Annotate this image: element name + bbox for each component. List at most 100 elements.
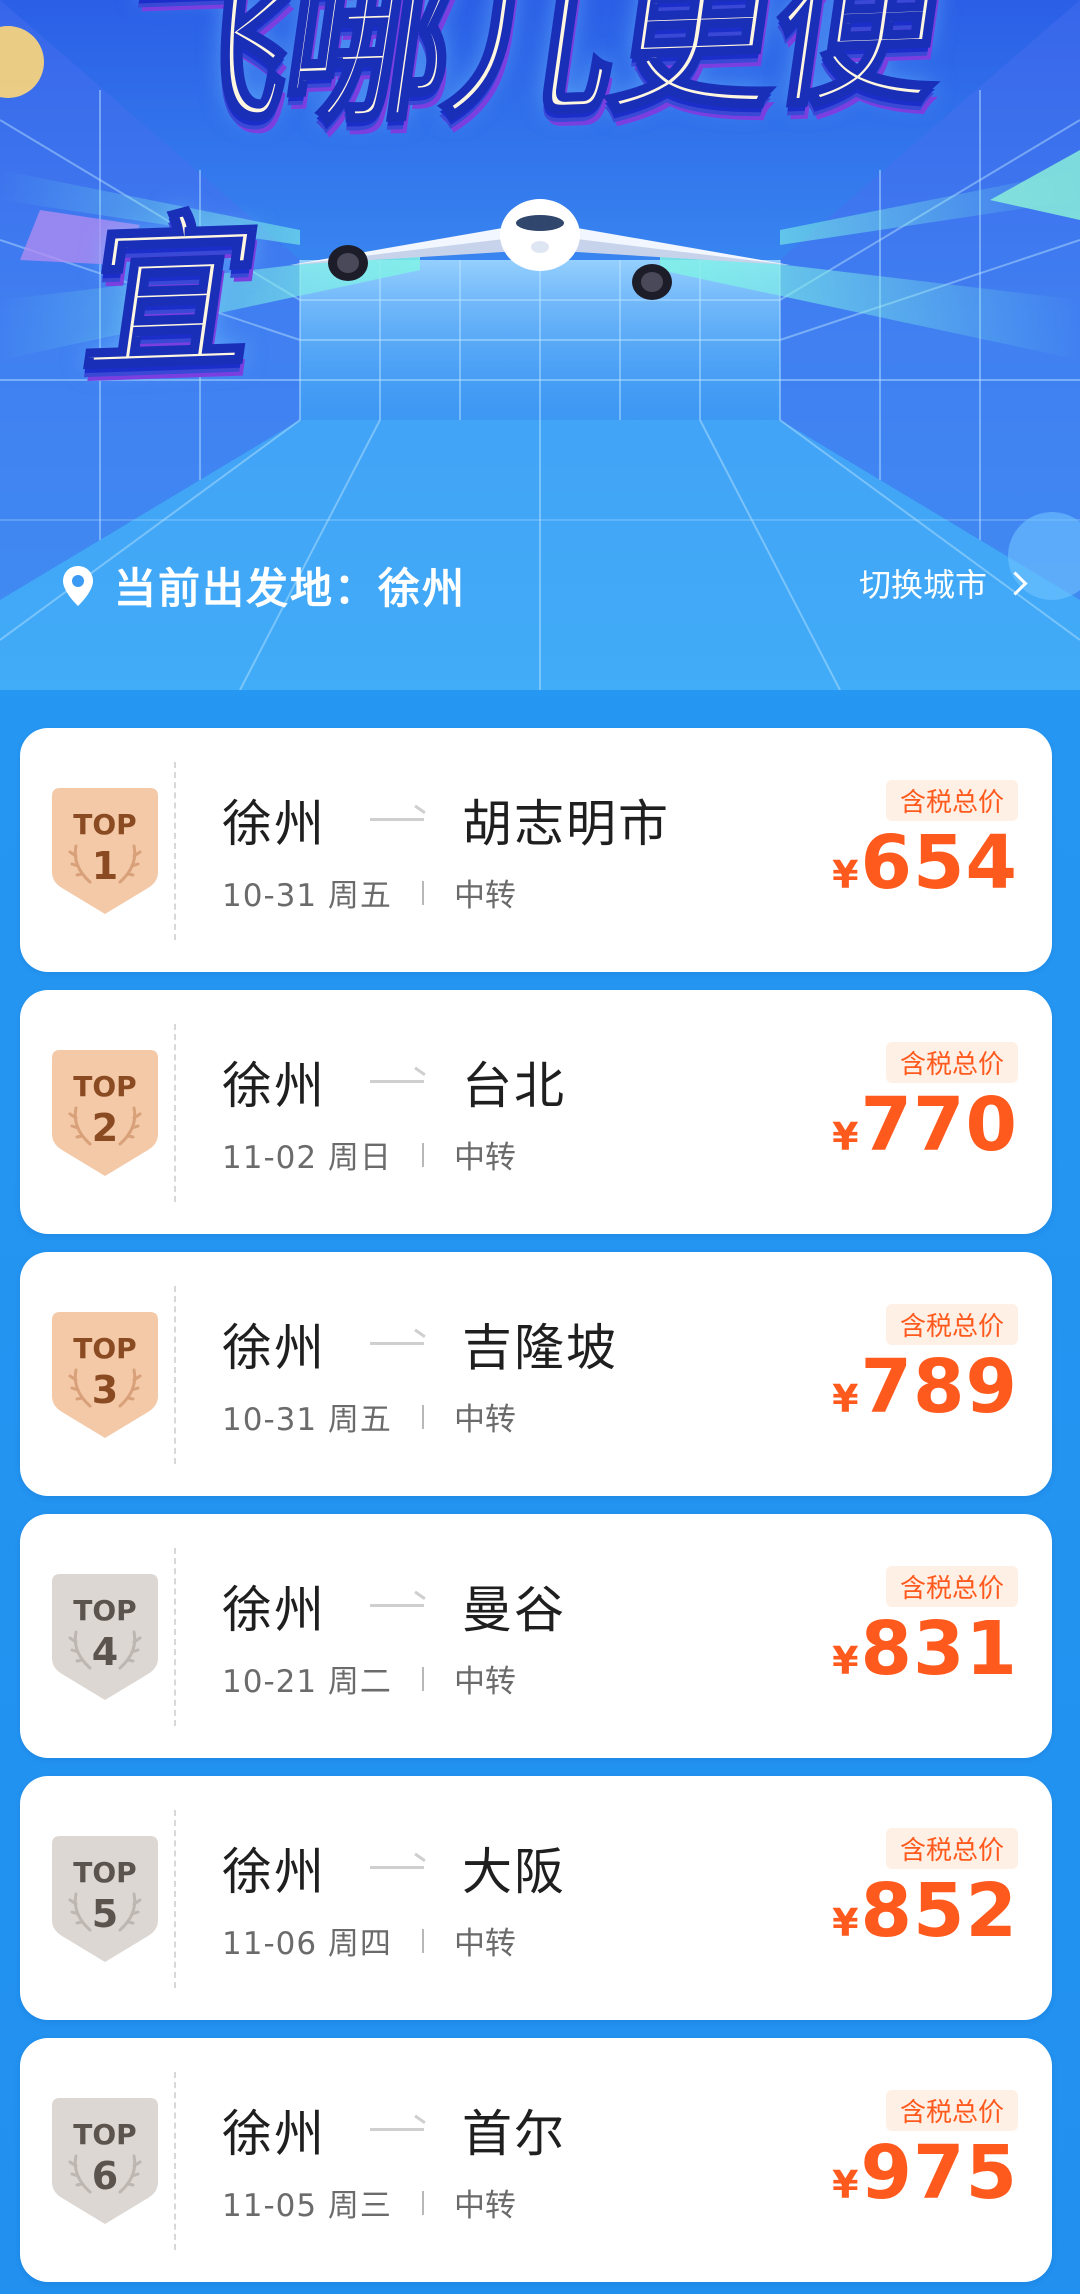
departure-location: 当前出发地：徐州 xyxy=(60,555,466,616)
rank-label: TOP xyxy=(73,1594,137,1627)
transfer-type: 中转 xyxy=(453,2188,516,2224)
price-amount: 831 xyxy=(860,1606,1018,1692)
rank-label: TOP xyxy=(73,1332,137,1365)
destination-city: 台北 xyxy=(462,1057,566,1115)
card-divider xyxy=(174,1548,176,1726)
rank-number: 2 xyxy=(91,1106,119,1150)
departure-date: 11-06 周四 xyxy=(222,1926,392,1962)
origin-city: 徐州 xyxy=(222,795,326,853)
departure-location-label: 当前出发地：徐州 xyxy=(114,564,467,613)
departure-date: 11-05 周三 xyxy=(222,2188,392,2224)
meta-separator xyxy=(421,1928,424,1953)
departure-date: 10-21 周二 xyxy=(222,1664,392,1700)
flight-meta: 10-31 周五 中转 xyxy=(222,870,516,915)
origin-city: 徐州 xyxy=(222,1057,326,1115)
rank-badge: TOP 2 xyxy=(46,1048,164,1180)
rank-number: 6 xyxy=(91,2154,119,2198)
flight-card[interactable]: TOP 3 徐州 吉隆坡 10-31 周五 中转 含税总价 ¥ 789 xyxy=(20,1252,1052,1496)
price: ¥ 789 xyxy=(832,1344,1018,1430)
price-label: 含税总价 xyxy=(885,780,1018,821)
route: 徐州 首尔 xyxy=(222,2094,566,2166)
page: 飞哪儿更便宜 当前出发地：徐州 切换城市 TOP 1 徐州 胡志明市 10-31… xyxy=(0,0,1080,2294)
rank-label: TOP xyxy=(73,808,137,841)
hero-banner: 飞哪儿更便宜 当前出发地：徐州 切换城市 xyxy=(0,0,1080,690)
meta-separator xyxy=(421,1666,424,1691)
flight-card[interactable]: TOP 4 徐州 曼谷 10-21 周二 中转 含税总价 ¥ 831 xyxy=(20,1514,1052,1758)
price-amount: 852 xyxy=(860,1868,1018,1954)
route: 徐州 吉隆坡 xyxy=(222,1308,618,1380)
currency-symbol: ¥ xyxy=(832,1377,859,1421)
flight-card[interactable]: TOP 5 徐州 大阪 11-06 周四 中转 含税总价 ¥ 852 xyxy=(20,1776,1052,2020)
price-amount: 654 xyxy=(860,820,1018,906)
price: ¥ 831 xyxy=(832,1606,1018,1692)
airplane-icon xyxy=(290,199,790,300)
flight-card[interactable]: TOP 6 徐州 首尔 11-05 周三 中转 含税总价 ¥ 975 xyxy=(20,2038,1052,2282)
rank-badge: TOP 1 xyxy=(46,786,164,918)
price-label: 含税总价 xyxy=(885,1304,1018,1345)
destination-city: 首尔 xyxy=(462,2105,566,2163)
meta-separator xyxy=(421,1142,424,1167)
flight-card[interactable]: TOP 1 徐州 胡志明市 10-31 周五 中转 含税总价 ¥ 654 xyxy=(20,728,1052,972)
rank-badge: TOP 3 xyxy=(46,1310,164,1442)
departure-date: 11-02 周日 xyxy=(222,1140,392,1176)
switch-city-button[interactable]: 切换城市 xyxy=(859,560,1028,606)
rank-badge: TOP 6 xyxy=(46,2096,164,2228)
origin-city: 徐州 xyxy=(222,1581,326,1639)
price: ¥ 770 xyxy=(832,1082,1018,1168)
map-pin-icon xyxy=(63,565,93,606)
rank-badge: TOP 5 xyxy=(46,1834,164,1966)
flight-meta: 11-06 周四 中转 xyxy=(222,1918,516,1963)
transfer-type: 中转 xyxy=(453,1402,516,1438)
route: 徐州 曼谷 xyxy=(222,1570,566,1642)
route-arrow-icon xyxy=(370,1342,424,1346)
transfer-type: 中转 xyxy=(453,1140,516,1176)
route-arrow-icon xyxy=(370,818,424,822)
meta-separator xyxy=(421,880,424,905)
card-divider xyxy=(174,1024,176,1202)
rank-badge: TOP 4 xyxy=(46,1572,164,1704)
flight-meta: 10-21 周二 中转 xyxy=(222,1656,516,1701)
flight-meta: 10-31 周五 中转 xyxy=(222,1394,516,1439)
card-divider xyxy=(174,1810,176,1988)
origin-city: 徐州 xyxy=(222,1843,326,1901)
price-label: 含税总价 xyxy=(885,2090,1018,2131)
price-amount: 789 xyxy=(860,1344,1018,1430)
card-divider xyxy=(174,2072,176,2250)
route: 徐州 胡志明市 xyxy=(222,784,670,856)
rank-number: 4 xyxy=(91,1630,119,1674)
route-arrow-icon xyxy=(370,1604,424,1608)
transfer-type: 中转 xyxy=(453,1926,516,1962)
flight-list: TOP 1 徐州 胡志明市 10-31 周五 中转 含税总价 ¥ 654 TOP… xyxy=(20,728,1052,2294)
price-label: 含税总价 xyxy=(885,1042,1018,1083)
origin-city: 徐州 xyxy=(222,1319,326,1377)
card-divider xyxy=(174,762,176,940)
currency-symbol: ¥ xyxy=(832,1639,859,1683)
currency-symbol: ¥ xyxy=(832,2163,859,2207)
price-label: 含税总价 xyxy=(885,1828,1018,1869)
rank-label: TOP xyxy=(73,1856,137,1889)
route-arrow-icon xyxy=(370,1866,424,1870)
origin-city: 徐州 xyxy=(222,2105,326,2163)
transfer-type: 中转 xyxy=(453,878,516,914)
currency-symbol: ¥ xyxy=(832,853,859,897)
departure-date: 10-31 周五 xyxy=(222,878,392,914)
transfer-type: 中转 xyxy=(453,1664,516,1700)
meta-separator xyxy=(421,1404,424,1429)
price: ¥ 852 xyxy=(832,1868,1018,1954)
rank-number: 3 xyxy=(91,1368,119,1412)
currency-symbol: ¥ xyxy=(832,1901,859,1945)
destination-city: 曼谷 xyxy=(462,1581,566,1639)
destination-city: 吉隆坡 xyxy=(462,1319,618,1377)
flight-meta: 11-02 周日 中转 xyxy=(222,1132,516,1177)
currency-symbol: ¥ xyxy=(832,1115,859,1159)
destination-city: 胡志明市 xyxy=(462,795,670,853)
departure-date: 10-31 周五 xyxy=(222,1402,392,1438)
route-arrow-icon xyxy=(370,1080,424,1084)
rank-label: TOP xyxy=(73,2118,137,2151)
flight-card[interactable]: TOP 2 徐州 台北 11-02 周日 中转 含税总价 ¥ 770 xyxy=(20,990,1052,1234)
rank-label: TOP xyxy=(73,1070,137,1103)
route-arrow-icon xyxy=(370,2128,424,2132)
price-amount: 975 xyxy=(860,2130,1018,2216)
rank-number: 5 xyxy=(91,1892,119,1936)
flight-meta: 11-05 周三 中转 xyxy=(222,2180,516,2225)
